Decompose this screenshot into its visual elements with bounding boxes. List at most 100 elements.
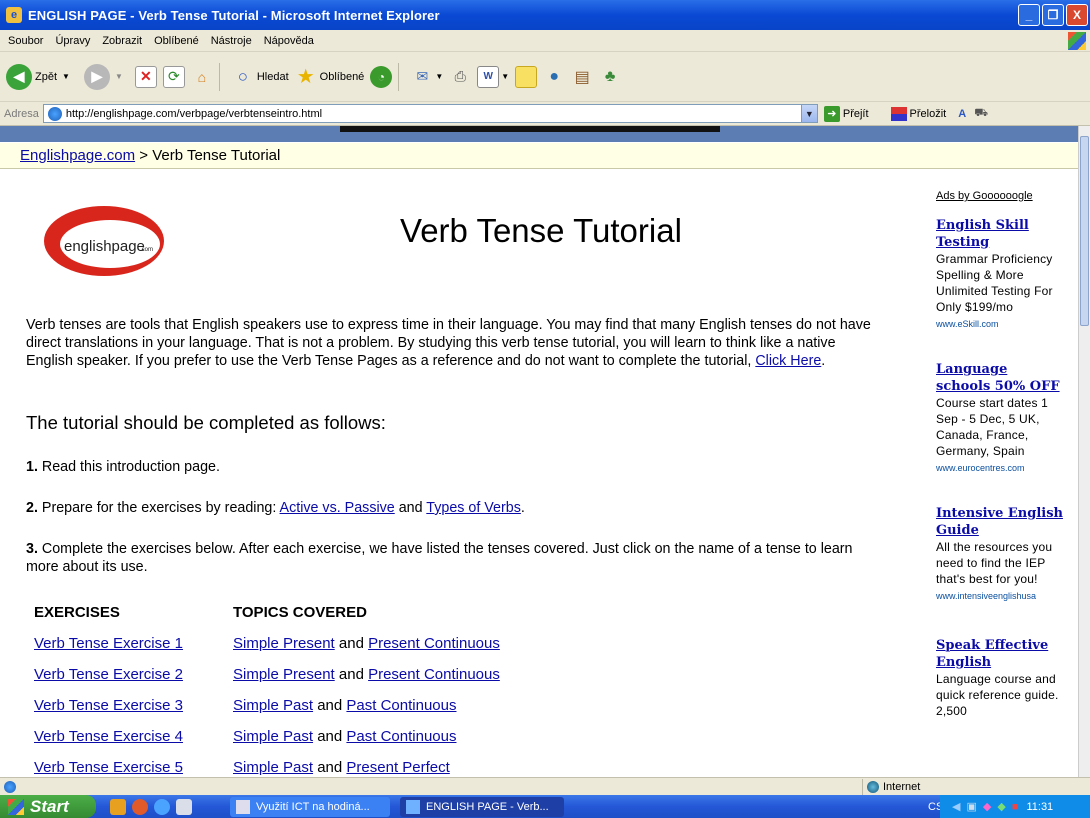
stop-icon[interactable]: ✕ [134,65,157,88]
tray-app-icon[interactable]: ◆ [983,800,991,813]
scrollbar-thumb[interactable] [1080,136,1089,326]
explorer-icon[interactable] [176,798,192,815]
menu-napoveda[interactable]: Nápověda [264,35,314,47]
task-word-document[interactable]: Využití ICT na hodiná... [230,796,390,817]
topic-link[interactable]: Present Continuous [368,666,500,683]
topics-column-header: TOPICS COVERED [233,604,367,621]
englishpage-logo[interactable]: englishpage .com [44,206,164,276]
zone-label: Internet [883,781,921,793]
highlight-icon[interactable]: A [958,108,966,120]
history-icon[interactable]: ◔ [370,65,393,88]
topic-link[interactable]: Simple Past [233,759,313,776]
minimize-button[interactable]: _ [1018,4,1040,26]
forward-button[interactable]: ▶ ▼ [76,63,123,90]
ad-title-link[interactable]: Language schools 50% OFF [936,361,1066,395]
topic-and: and [334,666,369,683]
desktop-icon[interactable] [110,798,126,815]
exercise-5-link[interactable]: Verb Tense Exercise 5 [34,759,183,776]
step-2-and: and [394,500,427,516]
back-label: Zpět [35,70,58,83]
notes-icon[interactable] [515,65,538,88]
exercise-2-link[interactable]: Verb Tense Exercise 2 [34,666,183,683]
ie-quick-icon[interactable] [154,798,170,815]
ads-header-link[interactable]: Ads by Goooooogle [936,188,1066,205]
address-url[interactable]: http://englishpage.com/verbpage/verbtens… [66,108,322,120]
close-button[interactable]: X [1066,4,1088,26]
back-button[interactable]: ◀ Zpět ▼ [6,63,70,90]
antivirus-icon[interactable]: ■ [1012,801,1019,813]
breadcrumb-home-link[interactable]: Englishpage.com [20,147,135,164]
topic-link[interactable]: Present Continuous [368,635,500,652]
cart-icon[interactable]: ⛟ [974,107,988,121]
menu-zobrazit[interactable]: Zobrazit [102,35,142,47]
go-button[interactable]: ➜ Přejít [823,105,869,122]
restore-button[interactable]: ❐ [1042,4,1064,26]
edit-dropdown-icon[interactable]: ▼ [501,72,509,81]
web-page: Englishpage.com > Verb Tense Tutorial en… [0,126,1078,777]
refresh-icon[interactable]: ⟳ [162,65,185,88]
intro-end: . [821,353,826,369]
research-icon[interactable]: ▤ [571,66,593,88]
address-input[interactable]: http://englishpage.com/verbpage/verbtens… [42,104,818,123]
window-title-bar[interactable]: e ENGLISH PAGE - Verb Tense Tutorial - M… [0,0,1090,30]
clock[interactable]: 11:31 [1026,801,1053,813]
edit-word-icon[interactable]: W [477,65,500,88]
click-here-link[interactable]: Click Here [755,353,821,369]
topic-link[interactable]: Present Perfect [346,759,449,776]
ad-title-link[interactable]: Speak Effective English [936,637,1066,671]
step-2: 2. Prepare for the exercises by reading:… [26,499,886,517]
tray-icon[interactable]: ◀ [952,800,960,813]
home-icon[interactable]: ⌂ [191,66,213,88]
intro-paragraph: Verb tenses are tools that English speak… [26,316,876,370]
table-row: Simple Present and Present Continuous [233,666,500,683]
topic-link[interactable]: Simple Present [233,666,335,683]
start-label: Start [30,796,69,816]
users-icon[interactable]: ♣ [599,66,621,88]
menu-oblibene[interactable]: Oblíbené [154,35,199,47]
network-icon[interactable]: ▣ [966,800,976,813]
vertical-scrollbar[interactable] [1078,126,1090,777]
back-dropdown-icon[interactable]: ▼ [62,72,70,81]
firefox-icon[interactable] [132,798,148,815]
ad-title-link[interactable]: Intensive English Guide [936,505,1066,539]
print-icon[interactable]: ⎙ [449,66,471,88]
exercise-4-link[interactable]: Verb Tense Exercise 4 [34,728,183,745]
page-title: Verb Tense Tutorial [400,212,682,249]
mail-icon[interactable]: ✉ [411,66,433,88]
types-of-verbs-link[interactable]: Types of Verbs [426,500,521,516]
task-ie-window[interactable]: ENGLISH PAGE - Verb... [400,796,564,817]
topic-link[interactable]: Past Continuous [346,697,456,714]
security-zone[interactable]: Internet [862,779,920,795]
favorites-button[interactable]: ★ Oblíbené [295,66,365,88]
forward-dropdown-icon[interactable]: ▼ [115,72,123,81]
address-dropdown-icon[interactable]: ▼ [800,105,817,122]
start-button[interactable]: Start [0,795,96,818]
active-vs-passive-link[interactable]: Active vs. Passive [280,500,395,516]
menu-soubor[interactable]: Soubor [8,35,43,47]
exercise-1-link[interactable]: Verb Tense Exercise 1 [34,635,183,652]
step-1-number: 1. [26,459,38,475]
topic-link[interactable]: Past Continuous [346,728,456,745]
site-header-strip [0,126,1078,142]
translate-button[interactable]: Přeložit A ⛟ [890,106,988,121]
search-button[interactable]: ○ Hledat [232,66,289,88]
topic-link[interactable]: Simple Past [233,697,313,714]
mail-dropdown-icon[interactable]: ▼ [435,72,443,81]
topic-link[interactable]: Simple Past [233,728,313,745]
menu-nastroje[interactable]: Nástroje [211,35,252,47]
menu-upravy[interactable]: Úpravy [55,35,90,47]
ad-body: All the resources you need to find the I… [936,540,1053,586]
ad-title-link[interactable]: English Skill Testing [936,217,1066,251]
topic-link[interactable]: Simple Present [233,635,335,652]
search-icon: ○ [237,66,248,86]
topic-and: and [313,759,347,776]
messenger-icon[interactable]: ● [543,66,565,88]
ad-url[interactable]: www.eSkill.com [936,316,1066,333]
forward-arrow-icon: ▶ [83,63,110,90]
quick-launch [110,798,192,815]
exercise-3-link[interactable]: Verb Tense Exercise 3 [34,697,183,714]
ad-url[interactable]: www.intensiveenglishusa [936,588,1066,605]
tray-app-icon[interactable]: ◆ [997,800,1005,813]
ad-url[interactable]: www.eurocentres.com [936,460,1066,477]
task-label: Využití ICT na hodiná... [256,800,370,813]
